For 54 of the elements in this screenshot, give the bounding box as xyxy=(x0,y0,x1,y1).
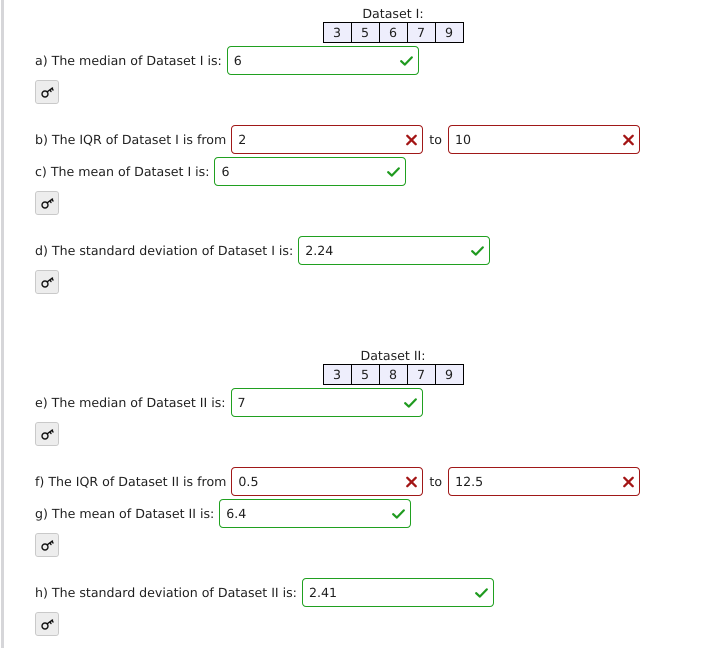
key-button[interactable] xyxy=(35,533,59,557)
table-cell: 6 xyxy=(379,22,407,42)
answer-field[interactable]: 6 xyxy=(214,157,406,186)
key-icon xyxy=(40,540,54,550)
check-icon xyxy=(387,166,400,176)
answer-field[interactable]: 0.5 xyxy=(231,467,424,496)
question-label: f) The IQR of Dataset II is from xyxy=(35,474,226,489)
question-label: c) The mean of Dataset I is: xyxy=(35,164,210,179)
answer-field[interactable]: 2.24 xyxy=(298,236,490,265)
key-button[interactable] xyxy=(35,80,59,104)
range-joiner: to xyxy=(429,132,442,147)
check-icon xyxy=(471,246,484,256)
key-icon xyxy=(40,428,54,440)
key-button[interactable] xyxy=(35,422,59,446)
table-cell: 7 xyxy=(407,22,435,42)
table-cell: 7 xyxy=(407,364,435,384)
key-icon xyxy=(40,276,54,288)
question-label: g) The mean of Dataset II is: xyxy=(35,506,214,521)
answer-field[interactable]: 2 xyxy=(231,125,424,154)
dataset-title: Dataset I: xyxy=(362,6,424,22)
table-cell: 3 xyxy=(323,22,351,42)
cross-icon xyxy=(406,476,418,487)
check-icon xyxy=(474,588,488,598)
answer-field[interactable]: 7 xyxy=(230,388,422,417)
check-icon xyxy=(392,508,406,518)
question-label: d) The standard deviation of Dataset I is: xyxy=(35,243,294,258)
answer-field[interactable]: 2.41 xyxy=(302,578,494,607)
check-icon xyxy=(400,56,413,66)
table-cell: 8 xyxy=(379,364,407,384)
table-cell: 9 xyxy=(435,22,463,42)
answer-field[interactable]: 12.5 xyxy=(448,467,640,496)
table-cell: 5 xyxy=(351,364,379,384)
key-button[interactable] xyxy=(35,612,59,636)
key-button[interactable] xyxy=(35,191,59,215)
key-icon xyxy=(40,618,54,630)
key-icon xyxy=(40,198,54,208)
check-icon xyxy=(404,398,416,408)
cross-icon xyxy=(623,476,634,487)
answer-field[interactable]: 10 xyxy=(448,125,640,154)
table-cell: 3 xyxy=(323,364,351,384)
question-label: a) The median of Dataset I is: xyxy=(35,53,222,68)
cross-icon xyxy=(622,134,634,145)
answer-field[interactable]: 6 xyxy=(226,46,419,75)
key-icon xyxy=(40,86,54,98)
question-label: e) The median of Dataset II is: xyxy=(35,395,226,410)
dataset-title: Dataset II: xyxy=(360,348,426,364)
key-button[interactable] xyxy=(35,270,59,294)
question-label: h) The standard deviation of Dataset II is: xyxy=(35,585,297,600)
range-joiner: to xyxy=(429,474,442,489)
table-cell: 9 xyxy=(435,364,463,384)
question-label: b) The IQR of Dataset I is from xyxy=(35,132,226,147)
answer-field[interactable]: 6.4 xyxy=(219,499,412,528)
cross-icon xyxy=(406,134,418,145)
table-cell: 5 xyxy=(351,22,379,42)
